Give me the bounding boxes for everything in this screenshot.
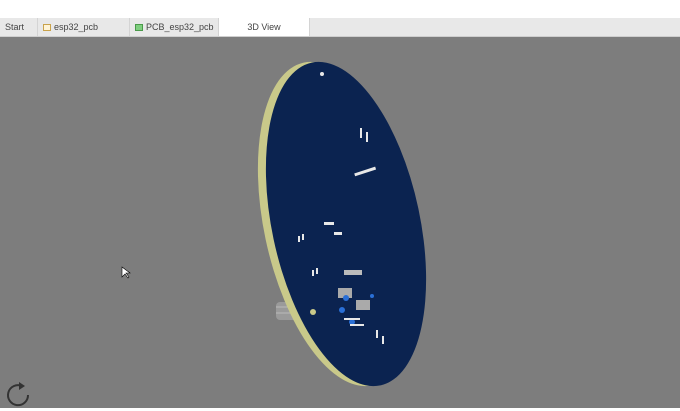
tab-label: esp32_pcb <box>54 22 99 32</box>
rotate-icon[interactable] <box>4 381 34 411</box>
tab-label: 3D View <box>247 22 281 32</box>
tab-pcb-esp32-pcb[interactable]: PCB_esp32_pcb <box>130 18 219 36</box>
tab-esp32-pcb[interactable]: esp32_pcb <box>38 18 130 36</box>
3d-viewport[interactable] <box>0 37 680 408</box>
mouse-cursor <box>121 266 131 279</box>
tab-bar: Start esp32_pcb PCB_esp32_pcb 3D View <box>0 18 680 37</box>
pcb-3d-render <box>121 61 427 387</box>
tab-3d-view[interactable]: 3D View <box>219 18 310 36</box>
folder-icon <box>43 24 51 31</box>
title-area <box>0 0 680 18</box>
pcb-icon <box>135 24 143 31</box>
tab-label: PCB_esp32_pcb <box>146 22 214 32</box>
tab-label: Start <box>5 22 25 32</box>
tab-start[interactable]: Start <box>0 18 38 36</box>
